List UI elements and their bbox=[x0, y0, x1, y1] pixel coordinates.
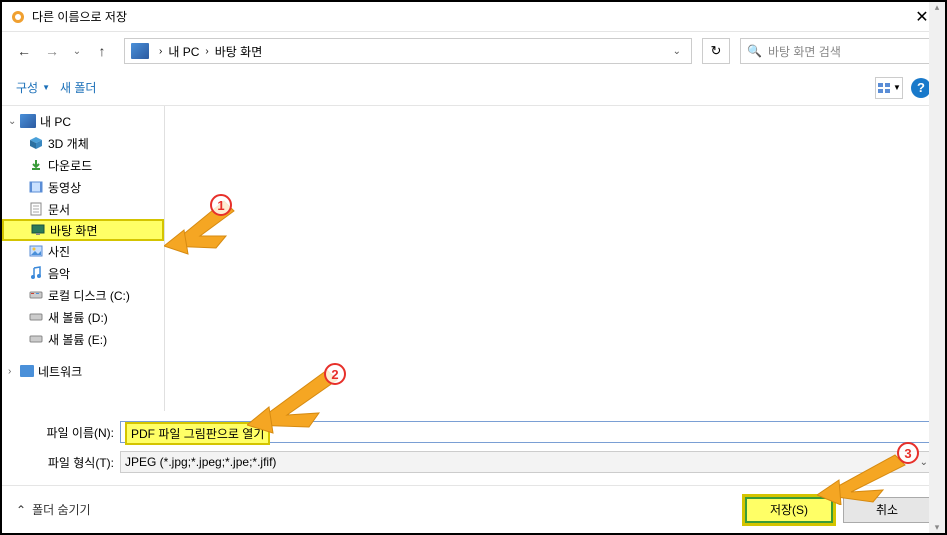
cube-icon bbox=[28, 136, 44, 150]
pc-icon bbox=[20, 114, 36, 128]
nav-bar: ← → ⌄ ↑ › 내 PC › 바탕 화면 ⌄ ↻ 🔍 바탕 화면 검색 bbox=[2, 32, 945, 70]
tree-label: 음악 bbox=[48, 265, 70, 282]
network-icon bbox=[20, 365, 34, 377]
search-placeholder: 바탕 화면 검색 bbox=[768, 43, 841, 60]
tree-label: 바탕 화면 bbox=[50, 222, 98, 239]
organize-menu[interactable]: 구성 ▼ bbox=[16, 79, 50, 96]
forward-button[interactable]: → bbox=[40, 39, 64, 63]
up-button[interactable]: ↑ bbox=[90, 39, 114, 63]
tree-item-3d[interactable]: 3D 개체 bbox=[2, 132, 164, 154]
button-bar: ⌃ 폴더 숨기기 저장(S) 취소 bbox=[2, 485, 945, 533]
tree-item-disk-c[interactable]: 로컬 디스크 (C:) bbox=[2, 284, 164, 306]
tree-item-videos[interactable]: 동영상 bbox=[2, 176, 164, 198]
music-icon bbox=[28, 266, 44, 280]
chevron-down-icon: ▼ bbox=[893, 83, 901, 92]
breadcrumb[interactable]: › 내 PC › 바탕 화면 ⌄ bbox=[124, 38, 692, 64]
toolbar: 구성 ▼ 새 폴더 ▼ ? bbox=[2, 70, 945, 106]
folder-tree: ⌄ 내 PC 3D 개체 다운로드 동영상 문서 바탕 화면 사진 bbox=[2, 106, 165, 411]
pictures-icon bbox=[28, 244, 44, 258]
document-icon bbox=[28, 202, 44, 216]
tree-item-documents[interactable]: 문서 bbox=[2, 198, 164, 220]
tree-item-pc[interactable]: ⌄ 내 PC bbox=[2, 110, 164, 132]
tree-item-disk-d[interactable]: 새 볼륨 (D:) bbox=[2, 306, 164, 328]
disk-icon bbox=[28, 288, 44, 302]
video-icon bbox=[28, 180, 44, 194]
organize-label: 구성 bbox=[16, 79, 38, 96]
breadcrumb-dropdown[interactable]: ⌄ bbox=[669, 46, 685, 57]
filename-label: 파일 이름(N): bbox=[32, 424, 114, 441]
tree-label: 사진 bbox=[48, 243, 70, 260]
chevron-right-icon: › bbox=[155, 46, 166, 57]
tree-label: 새 볼륨 (E:) bbox=[48, 331, 107, 348]
expand-icon[interactable]: › bbox=[8, 366, 20, 377]
search-input[interactable]: 🔍 바탕 화면 검색 bbox=[740, 38, 935, 64]
desktop-icon bbox=[30, 223, 46, 237]
download-icon bbox=[28, 158, 44, 172]
annotation-1: 1 bbox=[210, 194, 232, 216]
refresh-button[interactable]: ↻ bbox=[702, 38, 730, 64]
tree-label: 다운로드 bbox=[48, 157, 92, 174]
tree-label: 3D 개체 bbox=[48, 135, 89, 152]
app-icon bbox=[10, 9, 26, 25]
tree-label: 로컬 디스크 (C:) bbox=[48, 287, 130, 304]
collapse-icon[interactable]: ⌄ bbox=[8, 116, 20, 127]
help-button[interactable]: ? bbox=[911, 78, 931, 98]
window-title: 다른 이름으로 저장 bbox=[32, 8, 907, 25]
tree-item-network[interactable]: › 네트워크 bbox=[2, 360, 164, 382]
tree-label: 문서 bbox=[48, 201, 70, 218]
tree-label: 새 볼륨 (D:) bbox=[48, 309, 108, 326]
chevron-down-icon: ⌄ bbox=[920, 457, 928, 468]
filetype-select[interactable]: JPEG (*.jpg;*.jpeg;*.jpe;*.jfif) ⌄ bbox=[120, 451, 933, 473]
chevron-up-icon: ⌃ bbox=[16, 503, 26, 517]
annotation-2: 2 bbox=[324, 363, 346, 385]
tree-item-desktop[interactable]: 바탕 화면 bbox=[2, 219, 164, 241]
chevron-down-icon: ▼ bbox=[42, 83, 50, 92]
search-icon: 🔍 bbox=[747, 44, 762, 58]
filename-panel: 파일 이름(N): PDF 파일 그림판으로 열기 파일 형식(T): JPEG… bbox=[2, 411, 945, 485]
breadcrumb-item[interactable]: 내 PC bbox=[166, 43, 201, 60]
breadcrumb-item[interactable]: 바탕 화면 bbox=[213, 43, 265, 60]
chevron-right-icon: › bbox=[201, 46, 212, 57]
annotation-3: 3 bbox=[897, 442, 919, 464]
filename-input[interactable]: PDF 파일 그림판으로 열기 bbox=[120, 421, 933, 443]
main-area: ⌄ 내 PC 3D 개체 다운로드 동영상 문서 바탕 화면 사진 bbox=[2, 106, 945, 411]
filetype-label: 파일 형식(T): bbox=[32, 454, 114, 471]
disk-icon bbox=[28, 332, 44, 346]
tree-item-music[interactable]: 음악 bbox=[2, 262, 164, 284]
pc-icon bbox=[131, 43, 149, 59]
tree-label: 동영상 bbox=[48, 179, 81, 196]
hide-folders-label: 폴더 숨기기 bbox=[32, 501, 91, 518]
hide-folders-button[interactable]: ⌃ 폴더 숨기기 bbox=[16, 501, 91, 518]
tree-label: 내 PC bbox=[40, 113, 71, 130]
new-folder-button[interactable]: 새 폴더 bbox=[60, 79, 96, 96]
tree-item-downloads[interactable]: 다운로드 bbox=[2, 154, 164, 176]
back-button[interactable]: ← bbox=[12, 39, 36, 63]
tree-label: 네트워크 bbox=[38, 363, 82, 380]
titlebar: 다른 이름으로 저장 ✕ bbox=[2, 2, 945, 32]
tree-item-pictures[interactable]: 사진 bbox=[2, 240, 164, 262]
filetype-value: JPEG (*.jpg;*.jpeg;*.jpe;*.jfif) bbox=[125, 455, 276, 469]
disk-icon bbox=[28, 310, 44, 324]
arrow-2-icon bbox=[247, 365, 367, 435]
history-dropdown[interactable]: ⌄ bbox=[68, 39, 86, 63]
view-options-button[interactable]: ▼ bbox=[875, 77, 903, 99]
tree-item-disk-e[interactable]: 새 볼륨 (E:) bbox=[2, 328, 164, 350]
